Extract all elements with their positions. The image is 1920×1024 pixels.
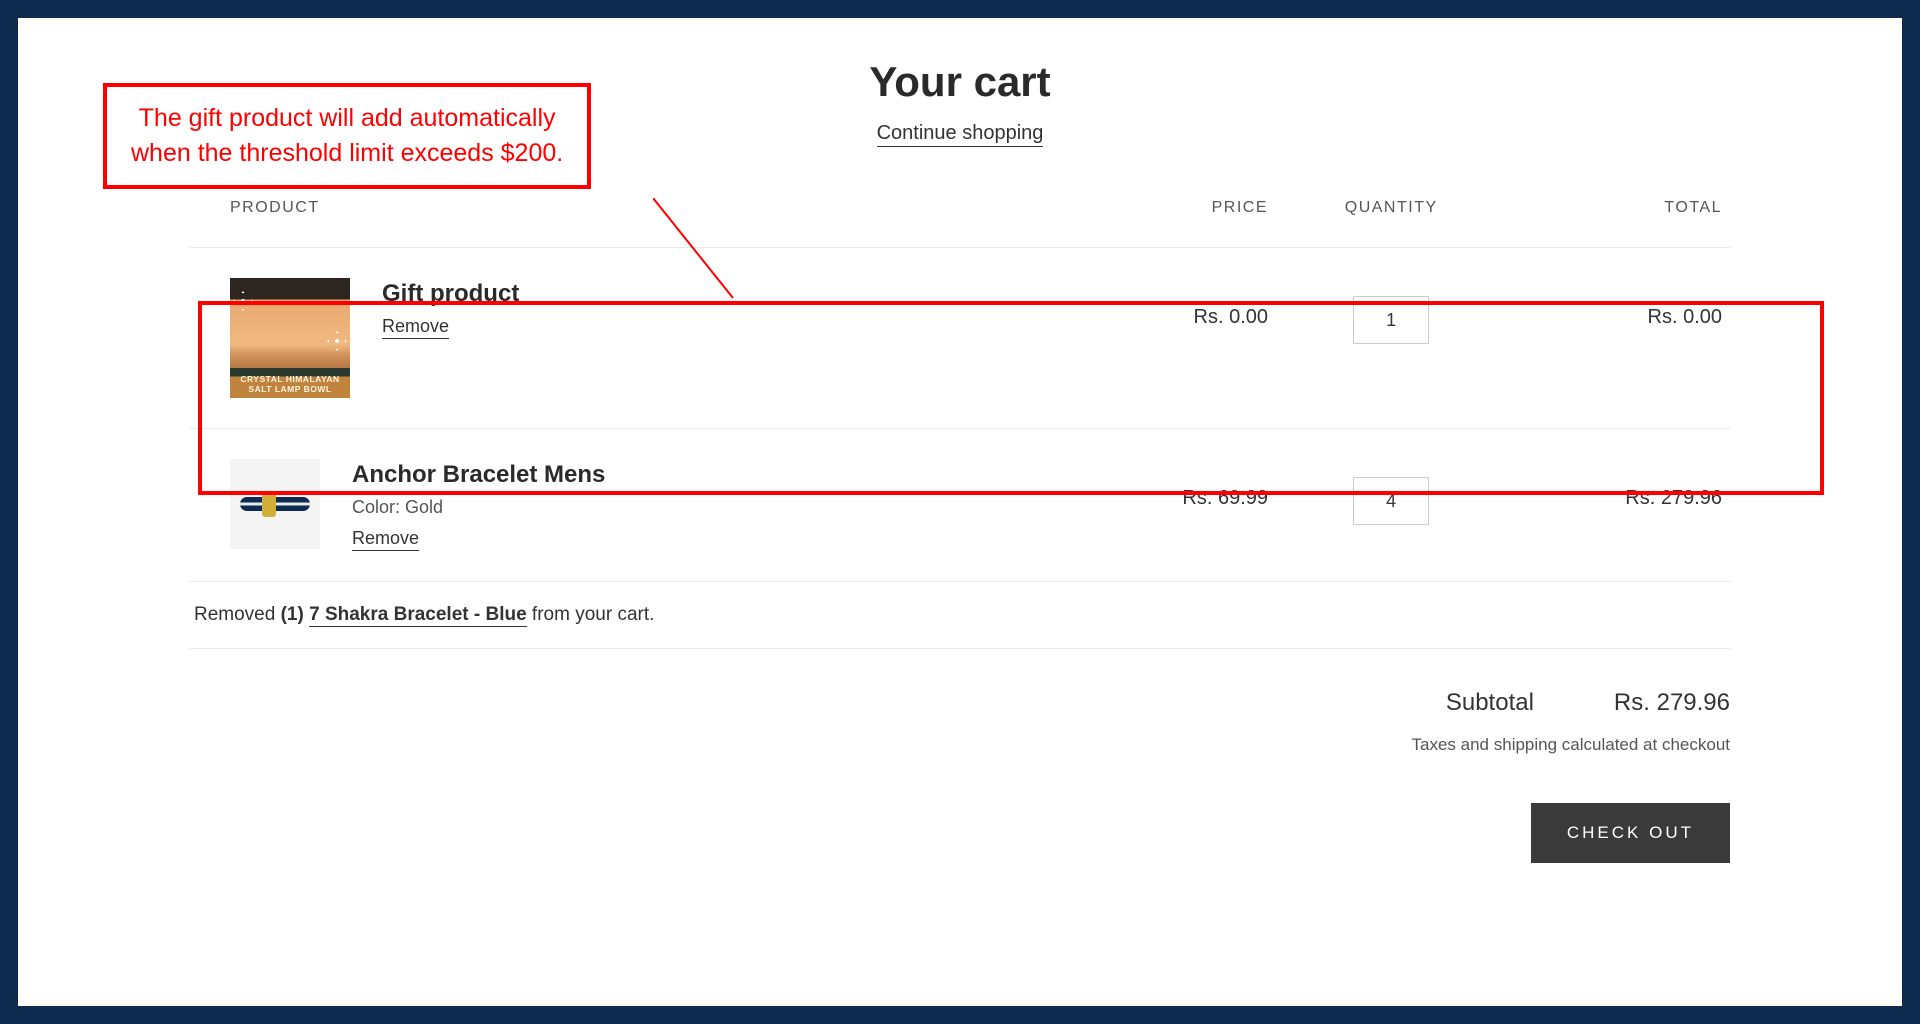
col-header-product: PRODUCT: [190, 181, 1022, 248]
subtotal-label: Subtotal: [1446, 689, 1534, 717]
quantity-input[interactable]: [1353, 477, 1429, 525]
product-thumbnail[interactable]: [230, 459, 320, 549]
cart-row-gift: CRYSTAL HIMALAYAN SALT LAMP BOWL Gift pr…: [190, 248, 1730, 429]
col-header-quantity: QUANTITY: [1268, 181, 1514, 248]
remove-link[interactable]: Remove: [352, 528, 419, 551]
removed-item-message: Removed (1) 7 Shakra Bracelet - Blue fro…: [190, 582, 1730, 649]
cart-table: PRODUCT PRICE QUANTITY TOTAL CRYSTAL HIM…: [190, 181, 1730, 649]
product-variant: Color: Gold: [352, 497, 605, 518]
item-total: Rs. 0.00: [1514, 248, 1730, 429]
col-header-price: PRICE: [1022, 181, 1268, 248]
removed-product-link[interactable]: 7 Shakra Bracelet - Blue: [309, 604, 527, 627]
annotation-text-line1: The gift product will add automatically: [131, 101, 563, 136]
annotation-callout: The gift product will add automatically …: [103, 83, 591, 189]
cart-row-bracelet: Anchor Bracelet Mens Color: Gold Remove …: [190, 429, 1730, 582]
annotation-text-line2: when the threshold limit exceeds $200.: [131, 136, 563, 171]
checkout-button[interactable]: CHECK OUT: [1531, 803, 1730, 863]
subtotal-value: Rs. 279.96: [1614, 689, 1730, 717]
cart-page: The gift product will add automatically …: [18, 18, 1902, 1006]
item-price: Rs. 69.99: [1022, 429, 1268, 582]
item-price: Rs. 0.00: [1022, 248, 1268, 429]
remove-link[interactable]: Remove: [382, 316, 449, 339]
tax-shipping-note: Taxes and shipping calculated at checkou…: [1412, 735, 1730, 755]
continue-shopping-link[interactable]: Continue shopping: [877, 122, 1044, 147]
product-name[interactable]: Gift product: [382, 280, 519, 308]
product-thumbnail[interactable]: CRYSTAL HIMALAYAN SALT LAMP BOWL: [230, 278, 350, 398]
product-name[interactable]: Anchor Bracelet Mens: [352, 461, 605, 489]
quantity-input[interactable]: [1353, 296, 1429, 344]
col-header-total: TOTAL: [1514, 181, 1730, 248]
cart-summary: Subtotal Rs. 279.96 Taxes and shipping c…: [190, 649, 1730, 863]
item-total: Rs. 279.96: [1514, 429, 1730, 582]
